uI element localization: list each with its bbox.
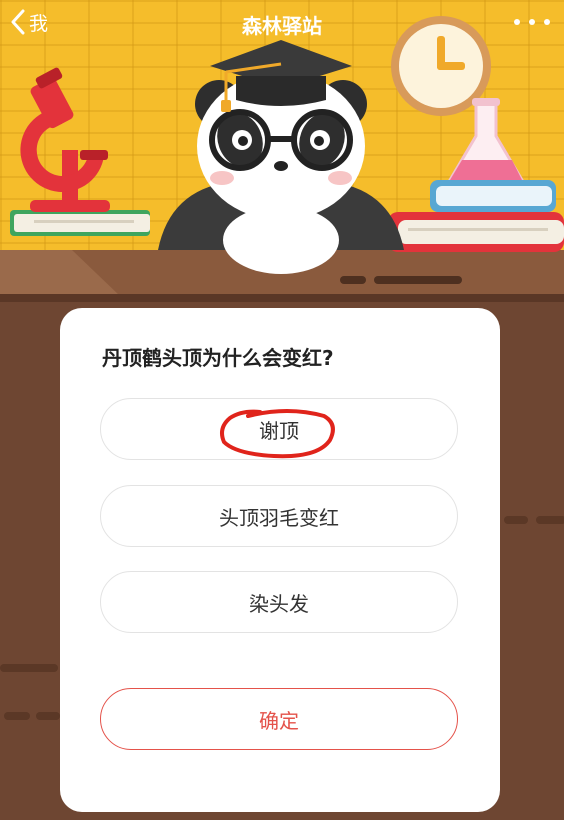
more-dots-icon: [514, 19, 520, 25]
more-dots-icon: [529, 19, 535, 25]
panda-classroom-illustration: [10, 16, 564, 274]
answer-option-label: 染头发: [249, 591, 309, 616]
answer-option-3[interactable]: 染头发: [100, 571, 458, 633]
confirm-button-label: 确定: [259, 708, 299, 733]
book-stack-icon: [388, 180, 564, 252]
answer-option-label: 谢顶: [259, 418, 299, 443]
desk-slot: [504, 516, 528, 524]
microscope-icon: [10, 67, 150, 236]
desk-slot: [0, 664, 58, 672]
confirm-button[interactable]: 确定: [100, 688, 458, 750]
page-title: 森林驿站: [242, 14, 322, 38]
panda-icon: [158, 40, 404, 274]
quiz-card: 丹顶鹤头顶为什么会变红? 谢顶 头顶羽毛变红 染头发 确定: [60, 308, 500, 812]
quiz-page: 我 森林驿站 丹顶鹤头顶为什么会变红? 谢顶 头顶羽毛变红 染头发 确定: [0, 0, 564, 820]
back-button[interactable]: 我: [10, 6, 48, 38]
top-navigation-bar: 我 森林驿站: [0, 0, 564, 44]
desk-slot: [536, 516, 564, 524]
question-text: 丹顶鹤头顶为什么会变红?: [102, 346, 334, 370]
desk-slot: [4, 712, 30, 720]
answer-option-2[interactable]: 头顶羽毛变红: [100, 485, 458, 547]
desk-slot: [36, 712, 60, 720]
answer-option-label: 头顶羽毛变红: [219, 505, 339, 530]
back-label: 我: [29, 12, 49, 35]
chevron-left-icon: [10, 9, 26, 35]
answer-option-1[interactable]: 谢顶: [100, 398, 458, 460]
more-menu-button[interactable]: [514, 14, 550, 30]
more-dots-icon: [544, 19, 550, 25]
